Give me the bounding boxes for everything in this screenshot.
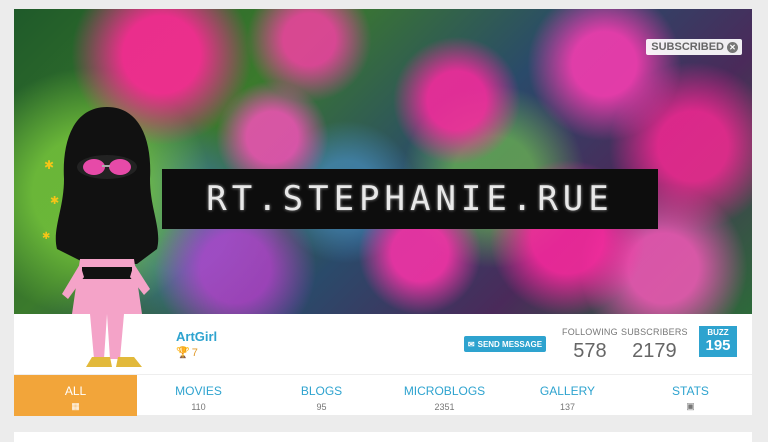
content-area-top	[14, 432, 752, 442]
tab-stats[interactable]: STATS ▣	[629, 375, 752, 416]
tab-label: MOVIES	[175, 384, 222, 398]
tab-movies[interactable]: MOVIES 110	[137, 375, 260, 416]
send-message-button[interactable]: ✉ SEND MESSAGE	[464, 336, 546, 352]
buzz-badge[interactable]: BUZZ 195	[699, 326, 737, 357]
tab-label: MICROBLOGS	[403, 384, 486, 398]
tab-count: 95	[316, 402, 327, 412]
subscribers-count: 2179	[632, 340, 677, 362]
profile-tabs: ALL ▦ MOVIES 110 BLOGS 95 MICROBLOGS 235…	[14, 374, 752, 416]
trophy-icon: 🏆	[176, 347, 190, 359]
tab-gallery[interactable]: GALLERY 137	[506, 375, 629, 416]
tab-count: 137	[559, 402, 576, 412]
svg-text:✱: ✱	[50, 195, 59, 207]
profile-card: RT.STEPHANIE.RUE SUBSCRIBED ✕ ✱ ✱ ✱ ArtG…	[14, 9, 752, 416]
trophy-count: 7	[191, 346, 198, 359]
tab-label: ALL	[64, 384, 87, 398]
avatar[interactable]: ✱ ✱ ✱	[42, 99, 172, 369]
envelope-icon: ✉	[467, 339, 475, 349]
grid-icon: ▦	[71, 401, 80, 411]
tab-all[interactable]: ALL ▦	[14, 375, 137, 416]
tab-label: BLOGS	[300, 384, 343, 398]
tab-label: GALLERY	[539, 384, 596, 398]
banner-title: RT.STEPHANIE.RUE	[162, 169, 658, 229]
buzz-count: 195	[705, 337, 731, 354]
subscribed-button[interactable]: SUBSCRIBED ✕	[646, 39, 742, 55]
svg-text:✱: ✱	[44, 158, 54, 172]
svg-text:✱: ✱	[42, 231, 50, 242]
tab-count: 2351	[434, 402, 455, 412]
tab-count: 110	[191, 402, 206, 412]
following-stat[interactable]: FOLLOWING 578	[562, 327, 618, 363]
tab-blogs[interactable]: BLOGS 95	[260, 375, 383, 416]
close-circle-icon[interactable]: ✕	[727, 41, 738, 53]
buzz-label: BUZZ	[707, 328, 729, 337]
send-message-label: SEND MESSAGE	[477, 339, 543, 349]
subscribers-stat[interactable]: SUBSCRIBERS 2179	[621, 327, 688, 363]
following-count: 578	[573, 340, 607, 362]
tab-microblogs[interactable]: MICROBLOGS 2351	[383, 375, 506, 416]
subscribed-label: SUBSCRIBED	[651, 41, 724, 53]
trophy-score: 🏆 7	[176, 346, 198, 360]
subscribers-label: SUBSCRIBERS	[621, 327, 688, 337]
username-link[interactable]: ArtGirl	[176, 329, 217, 344]
image-icon: ▣	[686, 401, 695, 411]
tab-label: STATS	[672, 384, 709, 398]
following-label: FOLLOWING	[562, 327, 618, 337]
